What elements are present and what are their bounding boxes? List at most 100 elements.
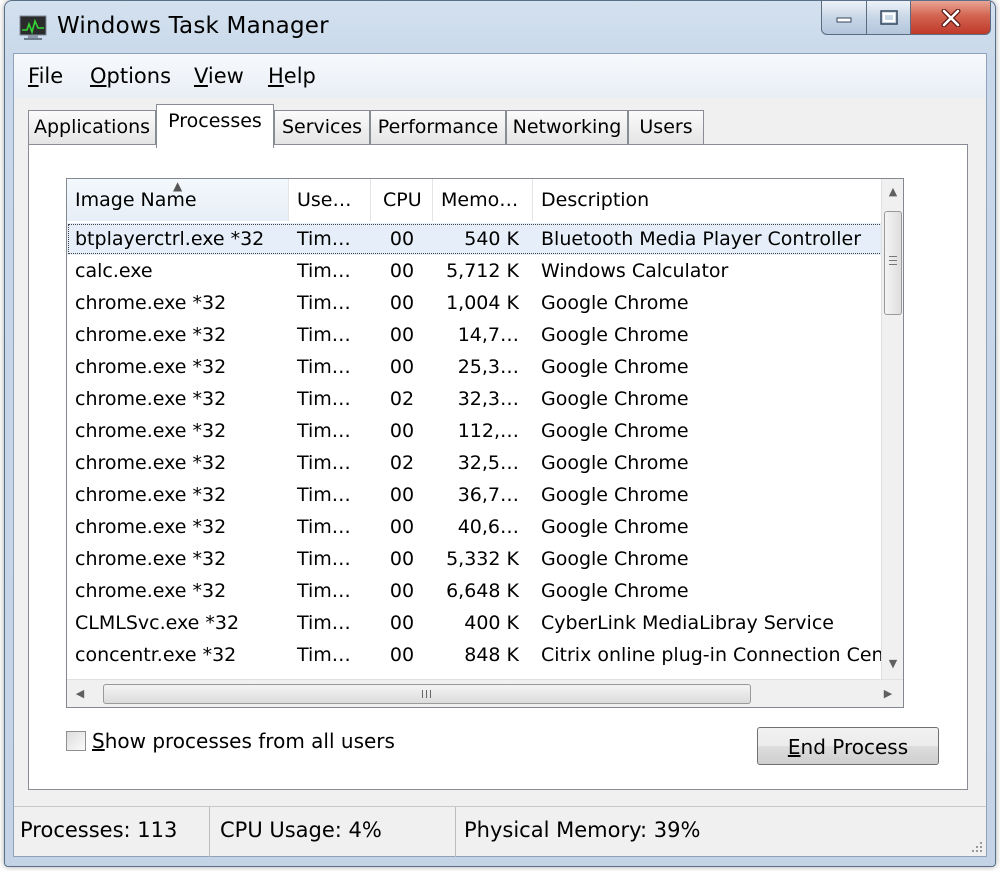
minimize-button[interactable] xyxy=(821,1,867,35)
cell-image-name: chrome.exe *32 xyxy=(75,356,227,378)
cell-image-name: chrome.exe *32 xyxy=(75,580,227,602)
sort-ascending-icon: ▲ xyxy=(173,179,183,193)
cell-image-name: chrome.exe *32 xyxy=(75,420,227,442)
menu-help-label: elp xyxy=(283,64,316,88)
title-bar[interactable]: Windows Task Manager xyxy=(5,1,995,53)
cell-user-name: Tim… xyxy=(297,516,351,538)
horizontal-scroll-thumb[interactable] xyxy=(103,684,751,704)
menu-help-key: H xyxy=(268,64,284,88)
column-image-name[interactable]: ▲ Image Name xyxy=(67,179,289,221)
tab-performance[interactable]: Performance xyxy=(370,110,506,146)
cell-description: Google Chrome xyxy=(541,580,689,602)
maximize-icon xyxy=(879,9,898,25)
table-row[interactable]: CLMLSvc.exe *32 Tim… 00 400 K CyberLink Medi… xyxy=(67,607,903,639)
grip-line xyxy=(422,690,423,698)
table-row[interactable]: concentr.exe *32 Tim… 00 848 K Citrix online… xyxy=(67,639,903,671)
cell-image-name: chrome.exe *32 xyxy=(75,324,227,346)
cell-cpu: 00 xyxy=(389,420,415,442)
table-row[interactable]: btplayerctrl.exe *32 Tim… 00 540 K Bluetooth… xyxy=(67,223,903,255)
cell-image-name: btplayerctrl.exe *32 xyxy=(75,228,265,250)
horizontal-scrollbar[interactable]: ◀ ▶ xyxy=(67,679,903,707)
cell-description: Google Chrome xyxy=(541,484,689,506)
cell-user-name: Tim… xyxy=(297,548,351,570)
menu-options[interactable]: Options xyxy=(90,64,171,88)
tab-processes[interactable]: Processes xyxy=(156,104,274,148)
column-memory[interactable]: Memo… xyxy=(433,179,533,221)
menu-file[interactable]: File xyxy=(28,64,63,88)
end-process-label: nd Process xyxy=(800,735,909,759)
menu-options-label: ptions xyxy=(106,64,172,88)
end-process-button[interactable]: End Process xyxy=(757,727,939,765)
scroll-up-icon[interactable]: ▲ xyxy=(882,179,903,205)
cell-cpu: 02 xyxy=(389,452,415,474)
cell-image-name: chrome.exe *32 xyxy=(75,388,227,410)
table-row[interactable]: chrome.exe *32 Tim… 00 14,7… Google Chrome xyxy=(67,319,903,351)
menu-options-key: O xyxy=(90,64,107,88)
tab-networking[interactable]: Networking xyxy=(506,110,628,146)
table-row[interactable]: chrome.exe *32 Tim… 00 5,332 K Google Chrome xyxy=(67,543,903,575)
column-cpu[interactable]: CPU xyxy=(371,179,433,221)
process-list[interactable]: ▲ Image Name Use… CPU Memo… Description … xyxy=(66,178,904,708)
cell-memory: 32,5… xyxy=(457,452,519,474)
caption-buttons xyxy=(821,1,991,35)
cell-description: Google Chrome xyxy=(541,452,689,474)
cell-user-name: Tim… xyxy=(297,292,351,314)
cell-cpu: 00 xyxy=(389,484,415,506)
cell-description: Google Chrome xyxy=(541,420,689,442)
show-all-users-label: how processes from all users xyxy=(104,729,395,753)
table-row[interactable]: chrome.exe *32 Tim… 00 36,7… Google Chrome xyxy=(67,479,903,511)
tab-services[interactable]: Services xyxy=(274,110,370,146)
grip-line xyxy=(889,264,897,265)
show-all-users-checkbox[interactable] xyxy=(66,731,86,751)
cell-description: Google Chrome xyxy=(541,324,689,346)
tab-users[interactable]: Users xyxy=(628,110,704,146)
task-manager-icon xyxy=(19,15,47,40)
cell-cpu: 00 xyxy=(389,644,415,666)
scroll-left-icon[interactable]: ◀ xyxy=(67,680,93,707)
menu-help[interactable]: Help xyxy=(268,64,316,88)
status-bar: Processes: 113 CPU Usage: 4% Physical Me… xyxy=(14,806,986,857)
table-row[interactable]: chrome.exe *32 Tim… 00 1,004 K Google Chrome xyxy=(67,287,903,319)
table-row[interactable]: chrome.exe *32 Tim… 00 40,6… Google Chrome xyxy=(67,511,903,543)
list-rows: btplayerctrl.exe *32 Tim… 00 540 K Bluetooth… xyxy=(67,223,903,671)
cell-description: Google Chrome xyxy=(541,548,689,570)
table-row[interactable]: chrome.exe *32 Tim… 00 6,648 K Google Chrome xyxy=(67,575,903,607)
cell-memory: 400 K xyxy=(464,612,519,634)
menu-view-label: iew xyxy=(207,64,244,88)
table-row[interactable]: chrome.exe *32 Tim… 02 32,5… Google Chrome xyxy=(67,447,903,479)
window-title: Windows Task Manager xyxy=(57,13,329,39)
resize-grip-icon[interactable] xyxy=(970,840,984,854)
grip-line xyxy=(430,690,431,698)
table-row[interactable]: chrome.exe *32 Tim… 00 112,… Google Chrome xyxy=(67,415,903,447)
show-all-users-option[interactable]: Show processes from all users xyxy=(66,729,395,753)
cell-image-name: chrome.exe *32 xyxy=(75,452,227,474)
cell-user-name: Tim… xyxy=(297,420,351,442)
vertical-scroll-thumb[interactable] xyxy=(884,211,902,315)
cell-memory: 848 K xyxy=(464,644,519,666)
cell-description: Windows Calculator xyxy=(541,260,729,282)
column-description[interactable]: Description xyxy=(533,179,903,221)
cell-image-name: CLMLSvc.exe *32 xyxy=(75,612,240,634)
vertical-scrollbar[interactable]: ▲ ▼ xyxy=(881,179,903,679)
scroll-right-icon[interactable]: ▶ xyxy=(875,680,901,707)
scroll-down-icon[interactable]: ▼ xyxy=(882,651,903,677)
menu-view[interactable]: View xyxy=(194,64,244,88)
cell-memory: 6,648 K xyxy=(446,580,519,602)
cell-image-name: concentr.exe *32 xyxy=(75,644,237,666)
processes-panel: ▲ Image Name Use… CPU Memo… Description … xyxy=(28,144,968,790)
cell-description: Citrix online plug-in Connection Center xyxy=(541,644,883,666)
client-area: File Options View Help Applications Proc… xyxy=(13,53,987,857)
close-button[interactable] xyxy=(911,1,991,35)
tab-applications[interactable]: Applications xyxy=(28,110,156,146)
table-row[interactable]: chrome.exe *32 Tim… 00 25,3… Google Chrome xyxy=(67,351,903,383)
cell-user-name: Tim… xyxy=(297,324,351,346)
cell-user-name: Tim… xyxy=(297,260,351,282)
table-row[interactable]: chrome.exe *32 Tim… 02 32,3… Google Chrome xyxy=(67,383,903,415)
maximize-button[interactable] xyxy=(867,1,911,35)
cell-user-name: Tim… xyxy=(297,612,351,634)
grip-line xyxy=(426,690,427,698)
status-physical-memory: Physical Memory: 39% xyxy=(464,818,701,842)
column-user-name[interactable]: Use… xyxy=(289,179,371,221)
table-row[interactable]: calc.exe Tim… 00 5,712 K Windows Calculator xyxy=(67,255,903,287)
cell-cpu: 00 xyxy=(389,228,415,250)
